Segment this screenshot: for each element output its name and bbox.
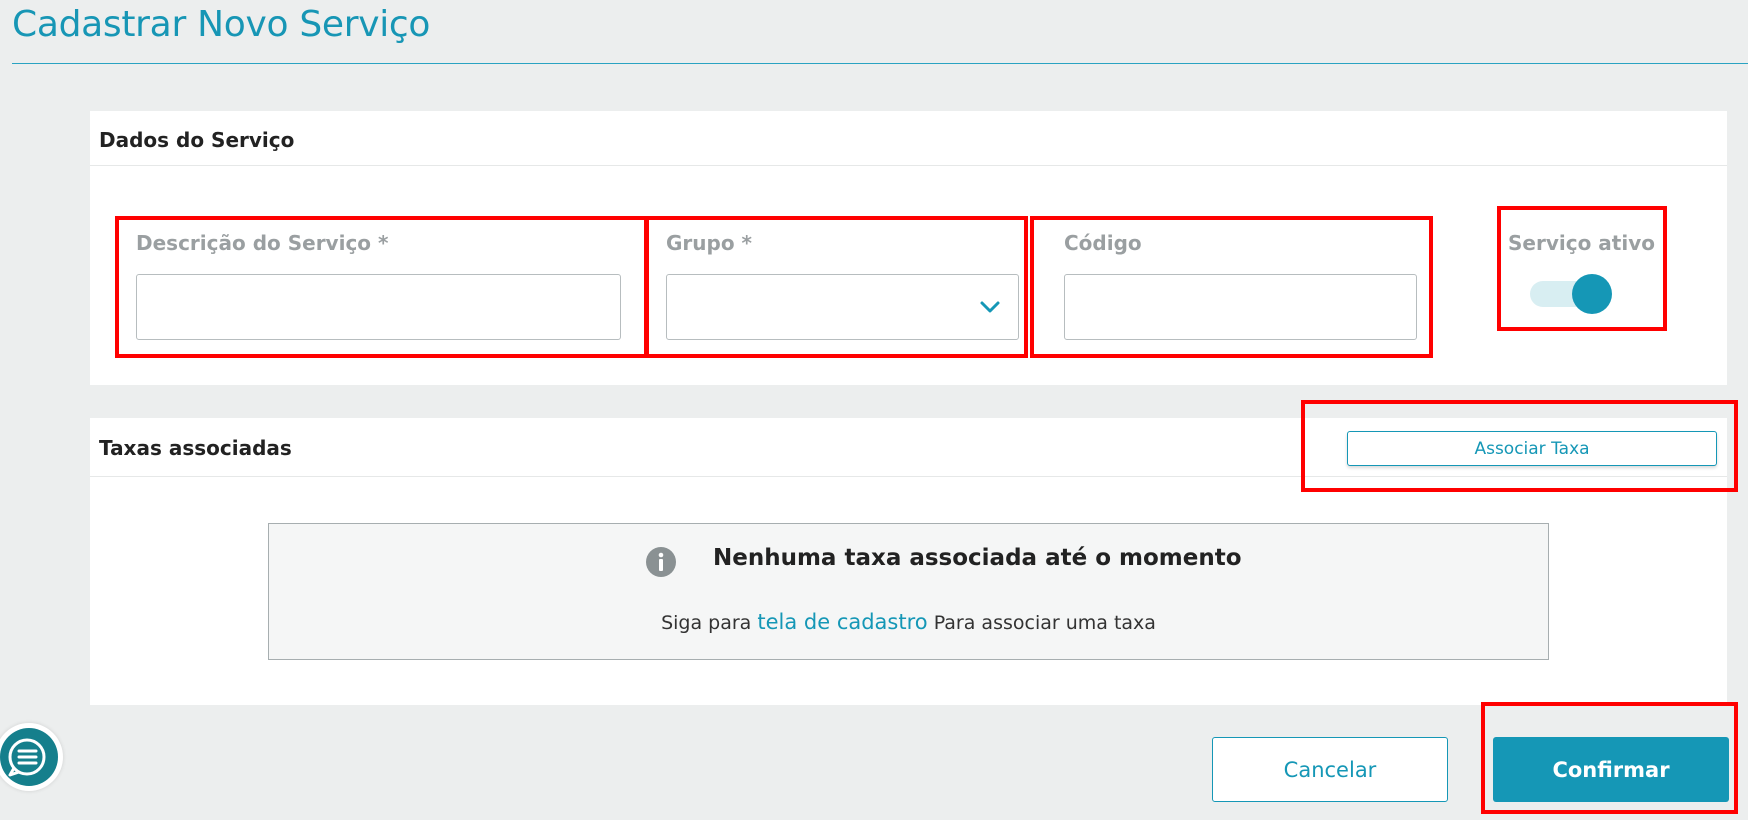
empty-state-text-before: Siga para [661,612,752,634]
cancel-button[interactable]: Cancelar [1212,737,1448,802]
chat-fab-button[interactable] [0,723,63,791]
service-data-title: Dados do Serviço [99,128,295,152]
title-divider [12,63,1748,64]
group-label: Grupo * [666,231,752,255]
toggle-knob [1572,274,1612,314]
active-toggle[interactable] [1530,274,1612,314]
associate-tax-button[interactable]: Associar Taxa [1347,431,1717,466]
empty-state-text-after: Para associar uma taxa [933,612,1156,634]
confirm-button[interactable]: Confirmar [1493,737,1729,802]
chat-menu-icon [8,738,46,777]
chevron-down-icon [980,301,1000,313]
active-label: Serviço ativo [1508,231,1655,255]
chat-fab-inner [0,728,58,786]
description-input[interactable] [137,275,620,339]
description-input-box[interactable] [136,274,621,340]
code-input-box[interactable] [1064,274,1417,340]
empty-state: Nenhuma taxa associada até o momento Sig… [268,523,1549,660]
empty-state-text: Siga para tela de cadastro Para associar… [269,610,1548,634]
info-icon [646,547,676,577]
group-select[interactable] [666,274,1019,340]
page-title: Cadastrar Novo Serviço [12,4,431,45]
empty-state-title: Nenhuma taxa associada até o momento [713,545,1242,571]
description-label: Descrição do Serviço * [136,231,389,255]
register-screen-link[interactable]: tela de cadastro [757,610,927,634]
service-data-header: Dados do Serviço [90,111,1727,166]
code-label: Código [1064,231,1142,255]
taxes-title: Taxas associadas [99,436,292,460]
code-input[interactable] [1065,275,1416,339]
